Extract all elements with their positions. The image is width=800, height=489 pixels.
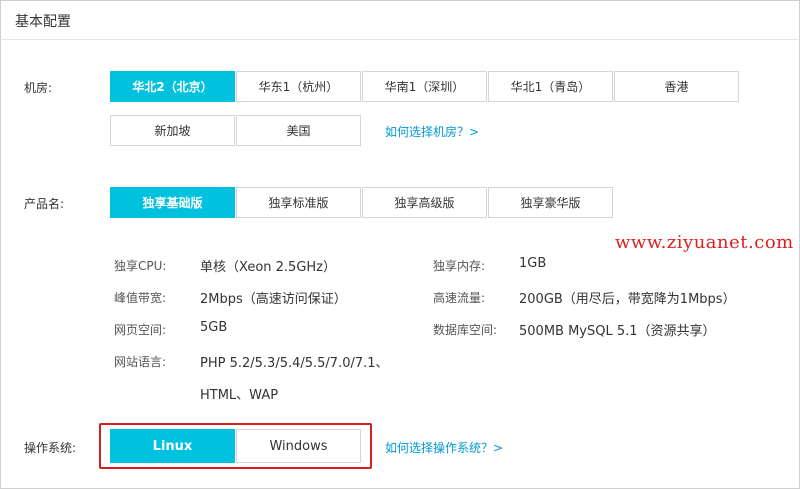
os-option-label: Linux (152, 438, 193, 454)
spec-traffic-label: 高速流量: (433, 291, 486, 305)
datacenter-option-shenzhen[interactable]: 华南1（深圳） (362, 71, 487, 102)
product-option-label: 独享基础版 (142, 196, 203, 210)
datacenter-option-hongkong[interactable]: 香港 (614, 71, 739, 102)
datacenter-option-beijing[interactable]: 华北2（北京） (110, 71, 235, 102)
spec-db-value: 500MB MySQL 5.1（资源共享） (519, 324, 716, 339)
os-label: 操作系统: (24, 441, 77, 455)
panel-header: 基本配置 (0, 0, 798, 40)
datacenter-option-qingdao[interactable]: 华北1（青岛） (488, 71, 613, 102)
datacenter-option-label: 新加坡 (154, 124, 191, 138)
product-option-label: 独享高级版 (394, 196, 455, 210)
datacenter-option-label: 华北1（青岛） (510, 80, 591, 94)
os-help-link[interactable]: 如何选择操作系统？> (385, 439, 503, 456)
spec-lang-value-line2: HTML、WAP (200, 388, 279, 403)
os-option-label: Windows (269, 438, 328, 454)
spec-memory-value: 1GB (519, 256, 547, 271)
product-option-label: 独享豪华版 (520, 196, 581, 210)
product-label: 产品名: (24, 197, 65, 211)
datacenter-option-label: 华南1（深圳） (384, 80, 465, 94)
spec-bandwidth-label: 峰值带宽: (114, 291, 167, 305)
datacenter-option-hangzhou[interactable]: 华东1（杭州） (236, 71, 361, 102)
os-option-windows[interactable]: Windows (236, 429, 361, 463)
product-option-basic[interactable]: 独享基础版 (110, 187, 235, 218)
datacenter-option-label: 美国 (286, 124, 311, 138)
spec-space-label: 网页空间: (114, 323, 167, 337)
spec-bandwidth-value: 2Mbps（高速访问保证） (200, 292, 347, 307)
product-option-deluxe[interactable]: 独享豪华版 (488, 187, 613, 218)
product-option-label: 独享标准版 (268, 196, 329, 210)
os-option-linux[interactable]: Linux (110, 429, 235, 463)
datacenter-option-label: 香港 (664, 80, 689, 94)
spec-db-label: 数据库空间: (433, 323, 498, 337)
datacenter-option-label: 华北2（北京） (132, 80, 213, 94)
spec-space-value: 5GB (200, 320, 228, 335)
spec-cpu-value: 单核（Xeon 2.5GHz） (200, 260, 336, 275)
spec-lang-value-line1: PHP 5.2/5.3/5.4/5.5/7.0/7.1、 (200, 356, 389, 371)
spec-memory-label: 独享内存: (433, 259, 486, 273)
datacenter-label: 机房: (24, 81, 53, 95)
panel-title: 基本配置 (15, 14, 71, 30)
watermark-text: www.ziyuanet.com (615, 232, 794, 253)
product-option-advanced[interactable]: 独享高级版 (362, 187, 487, 218)
spec-traffic-value: 200GB（用尽后，带宽降为1Mbps） (519, 292, 736, 307)
spec-cpu-label: 独享CPU: (114, 259, 167, 273)
spec-lang-label: 网站语言: (114, 355, 167, 369)
datacenter-option-singapore[interactable]: 新加坡 (110, 115, 235, 146)
datacenter-option-label: 华东1（杭州） (258, 80, 339, 94)
datacenter-option-usa[interactable]: 美国 (236, 115, 361, 146)
product-option-standard[interactable]: 独享标准版 (236, 187, 361, 218)
datacenter-help-link[interactable]: 如何选择机房？> (385, 123, 479, 140)
